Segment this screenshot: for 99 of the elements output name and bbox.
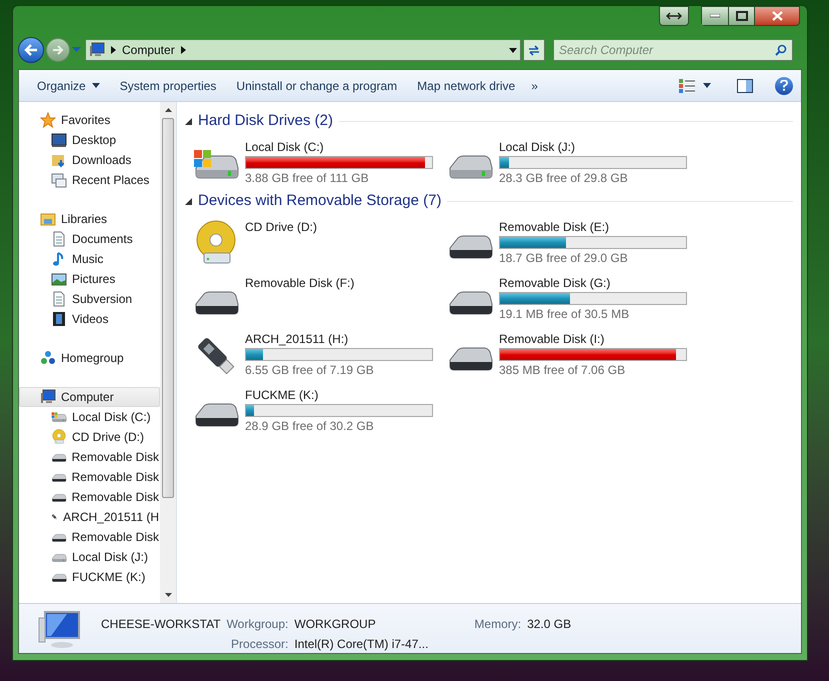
free-space-text: 28.9 GB free of 30.2 GB — [245, 419, 375, 434]
free-space-text: 3.88 GB free of 111 GB — [245, 171, 370, 186]
scrollbar-thumb[interactable] — [162, 118, 174, 498]
caret-icon — [92, 83, 100, 88]
star-icon — [40, 112, 56, 128]
drive-name[interactable]: FUCKME (K:) — [245, 388, 433, 403]
recent-pages-caret-icon — [72, 47, 81, 53]
nav-item[interactable]: Music — [19, 249, 160, 269]
preview-pane-icon — [737, 78, 753, 92]
dropdown-caret-icon — [509, 48, 517, 52]
scrollbar[interactable] — [160, 102, 176, 603]
maximize-button[interactable] — [728, 7, 754, 25]
cd-drive-icon — [51, 429, 67, 445]
breadcrumb-arrow-icon — [111, 46, 116, 54]
detail-value: Intel(R) Core(TM) i7-47... — [294, 636, 428, 653]
picture-icon — [51, 271, 67, 287]
nav-item[interactable]: Videos — [19, 309, 160, 329]
back-button[interactable] — [18, 37, 44, 63]
nav-item[interactable]: Favorites — [19, 110, 160, 130]
help-question-icon — [780, 80, 788, 91]
detail-value: 32.0 GB — [527, 616, 572, 633]
folder-icon — [51, 152, 67, 168]
toolbar-button[interactable]: Map network drive — [407, 74, 526, 98]
minimize-icon — [710, 14, 720, 18]
forward-arrow-icon — [52, 45, 64, 55]
toolbar-button[interactable]: System properties — [110, 74, 226, 98]
computer-icon — [89, 42, 105, 58]
drive-name[interactable]: CD Drive (D:) — [245, 220, 317, 235]
nav-item[interactable]: Removable Disk — [19, 527, 160, 547]
computer-monitor-icon — [37, 610, 81, 650]
detail-label: Processor: — [230, 636, 288, 653]
nav-item[interactable]: Removable Disk — [19, 447, 160, 467]
document-icon — [51, 231, 67, 247]
nav-item[interactable]: Computer — [19, 387, 160, 407]
close-button[interactable] — [754, 7, 799, 25]
film-strip-icon — [51, 311, 67, 327]
view-list-icon — [679, 78, 695, 92]
refresh-arrows-icon — [527, 44, 541, 56]
collapse-triangle-icon[interactable] — [185, 118, 192, 124]
desktop-icon — [51, 132, 67, 148]
minimize-button[interactable] — [702, 7, 728, 25]
nav-item[interactable]: FUCKME (K:) — [19, 567, 160, 587]
section-heading[interactable]: Devices with Removable Storage (7) — [198, 190, 442, 212]
forward-button[interactable] — [46, 38, 70, 62]
search-placeholder: Search Computer — [559, 42, 654, 59]
organize-menu[interactable]: Organize — [27, 74, 110, 98]
computer-icon — [40, 389, 56, 405]
section-heading[interactable]: Hard Disk Drives (2) — [198, 110, 334, 132]
library-folder-icon — [40, 211, 56, 227]
nav-item[interactable]: Local Disk (J:) — [19, 547, 160, 567]
homegroup-icon — [40, 350, 56, 366]
more-commands-button[interactable]: » — [525, 76, 544, 94]
drive-name[interactable]: Removable Disk (I:) — [499, 332, 687, 347]
help-button[interactable] — [775, 76, 793, 94]
drive-name[interactable]: Removable Disk (G:) — [499, 276, 687, 291]
scroll-up-icon — [164, 108, 172, 112]
free-space-text: 385 MB free of 7.06 GB — [499, 363, 626, 378]
free-space-text: 28.3 GB free of 29.8 GB — [499, 171, 629, 186]
nav-item[interactable]: CD Drive (D:) — [19, 427, 160, 447]
toolbar-button[interactable]: Uninstall or change a program — [226, 74, 408, 98]
caret-icon — [703, 83, 711, 88]
drive-name[interactable]: Local Disk (J:) — [499, 140, 687, 155]
drive-name[interactable]: ARCH_201511 (H:) — [245, 332, 433, 347]
free-space-text: 19.1 MB free of 30.5 MB — [499, 307, 630, 322]
detail-label: Memory: — [473, 616, 522, 633]
breadcrumb-arrow-icon — [180, 46, 186, 54]
address-bar[interactable]: Computer — [85, 39, 521, 61]
free-space-text: 18.7 GB free of 29.0 GB — [499, 251, 629, 266]
nav-item[interactable]: Documents — [19, 229, 160, 249]
nav-item[interactable]: Removable Disk — [19, 487, 160, 507]
close-icon — [772, 11, 782, 21]
double-arrow-icon — [666, 12, 682, 20]
drive-name[interactable]: Removable Disk (E:) — [499, 220, 687, 235]
scroll-down-icon — [164, 593, 172, 597]
nav-item[interactable]: Homegroup — [19, 348, 160, 368]
refresh-button[interactable] — [523, 39, 545, 61]
nav-item[interactable]: Libraries — [19, 209, 160, 229]
collapse-triangle-icon[interactable] — [185, 198, 192, 204]
nav-item[interactable]: Recent Places — [19, 170, 160, 190]
drive-name[interactable]: Local Disk (C:) — [245, 140, 433, 155]
recent-places-icon — [51, 172, 67, 188]
nav-item[interactable]: Desktop — [19, 130, 160, 150]
breadcrumb[interactable]: Computer — [122, 41, 175, 59]
nav-item[interactable]: Local Disk (C:) — [19, 407, 160, 427]
detail-label: Workgroup: — [226, 616, 288, 633]
document-icon — [51, 291, 67, 307]
free-space-text: 6.55 GB free of 7.19 GB — [245, 363, 375, 378]
back-arrow-icon — [24, 44, 38, 56]
nav-item[interactable]: Downloads — [19, 150, 160, 170]
computer-name: CHEESE-WORKSTAT — [101, 616, 221, 633]
nav-item[interactable]: Pictures — [19, 269, 160, 289]
detail-value: WORKGROUP — [294, 616, 377, 633]
drive-name[interactable]: Removable Disk (F:) — [245, 276, 354, 291]
resize-button[interactable] — [659, 6, 689, 26]
maximize-icon — [736, 11, 748, 21]
search-icon — [775, 44, 787, 56]
nav-item[interactable]: ARCH_201511 (H — [19, 507, 160, 527]
nav-item[interactable]: Removable Disk — [19, 467, 160, 487]
nav-item[interactable]: Subversion — [19, 289, 160, 309]
